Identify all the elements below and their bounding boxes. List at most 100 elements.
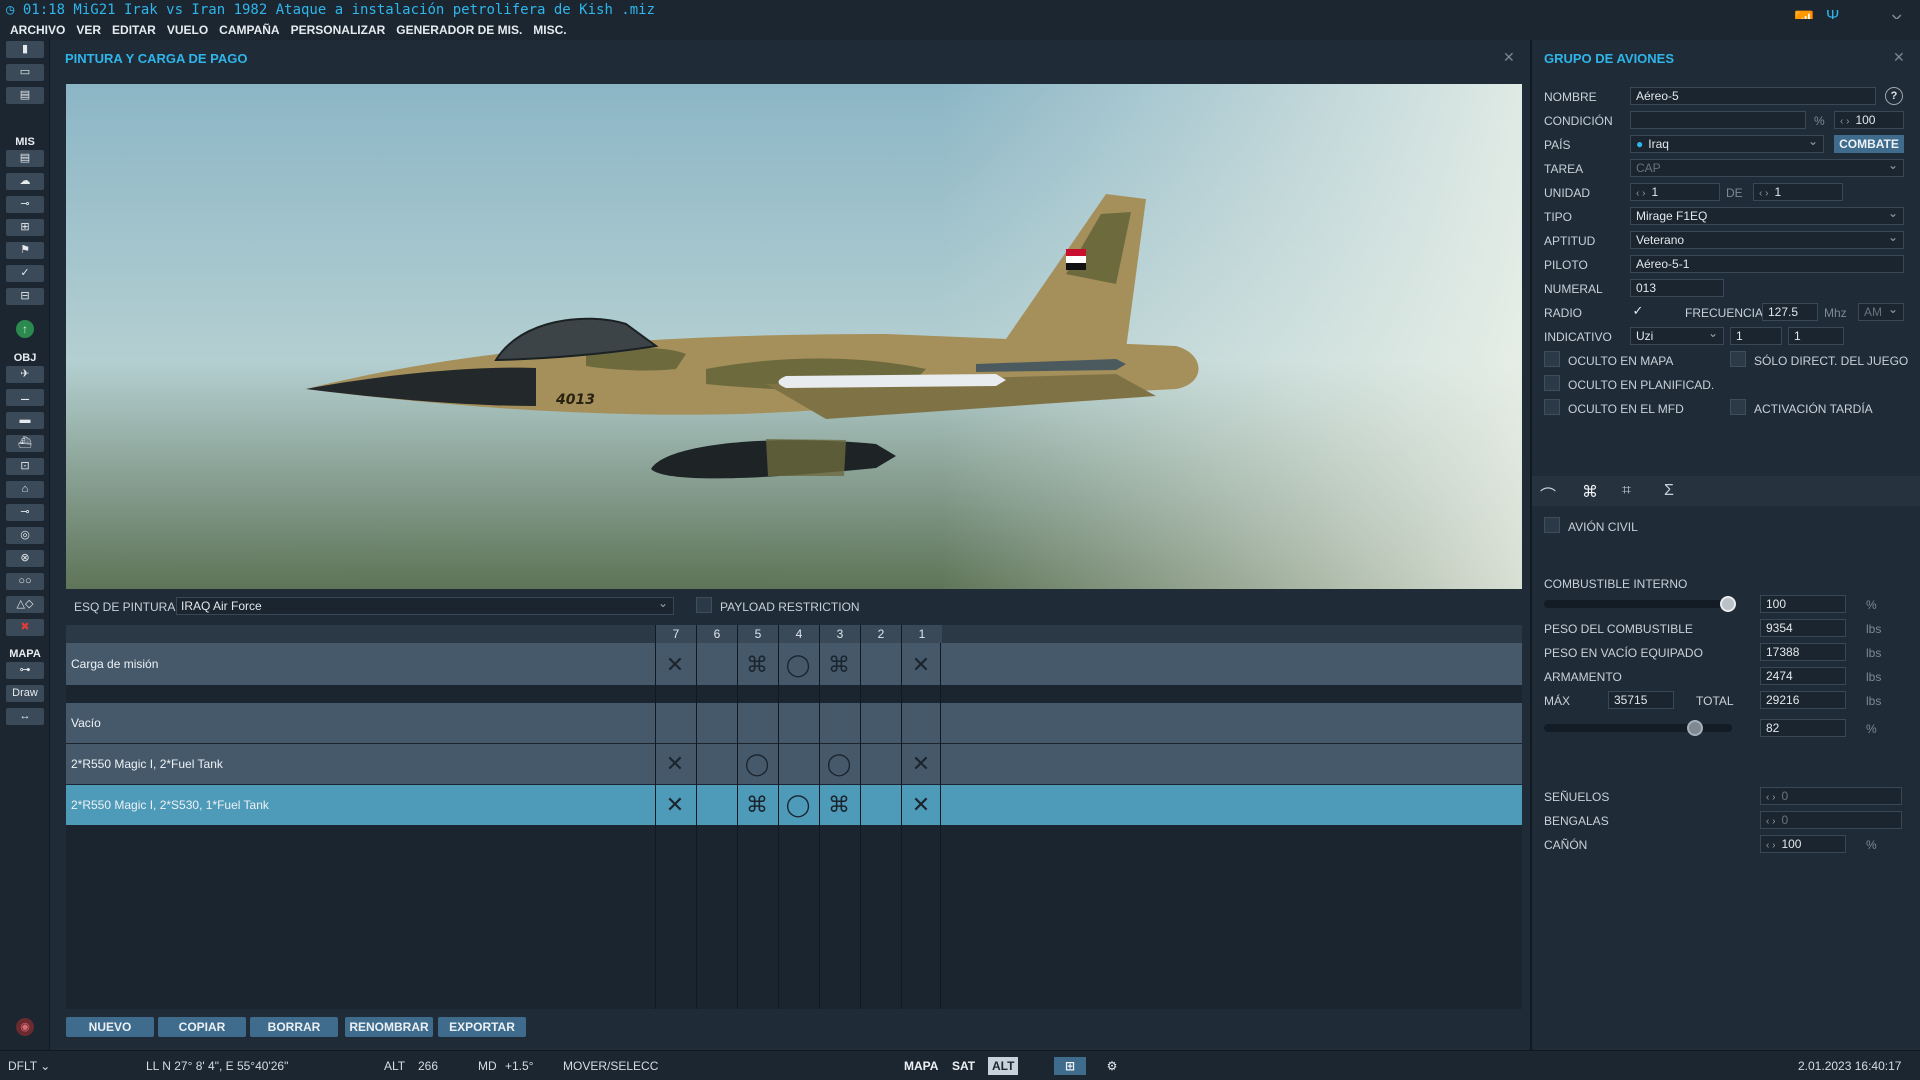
modulation-select[interactable]: AM (1858, 303, 1904, 321)
route-tab-icon[interactable]: ⌒ (1540, 482, 1556, 506)
altitude-view-button[interactable]: ALT (988, 1057, 1019, 1075)
numeral-input[interactable]: 013 (1630, 279, 1724, 297)
skill-select[interactable]: Veterano (1630, 231, 1904, 249)
fuel-internal-input[interactable]: 100 (1760, 595, 1846, 613)
condition-stepper[interactable]: ‹ › 100 (1834, 111, 1904, 129)
up-arrow-icon[interactable]: ↑ (16, 320, 34, 338)
add-zone-button[interactable]: ⊸ (6, 504, 44, 521)
draw-button[interactable]: Draw (6, 685, 44, 702)
add-point-button[interactable]: ⊗ (6, 550, 44, 567)
stepper-arrows-icon[interactable]: ‹ › (1840, 116, 1849, 127)
task-select[interactable]: CAP (1630, 159, 1904, 177)
ruler-button[interactable]: ↔ (6, 708, 44, 725)
satellite-view-button[interactable]: SAT (948, 1057, 979, 1075)
fuel-slider[interactable] (1544, 600, 1730, 608)
new-file-button[interactable]: ▮ (6, 41, 44, 58)
paint-scheme-select[interactable]: IRAQ Air Force (176, 595, 674, 615)
name-input[interactable]: Aéreo-5 (1630, 87, 1876, 105)
rename-payload-button[interactable]: RENOMBRAR (345, 1017, 433, 1037)
mission-load-label: Carga de misión (71, 657, 159, 671)
callsign-number-1[interactable]: 1 (1730, 327, 1782, 345)
condition-slider-field[interactable] (1630, 111, 1806, 129)
gun-stepper[interactable]: ‹ › 100 (1760, 835, 1846, 853)
add-vehicle-button[interactable]: ▬ (6, 412, 44, 429)
payload-restriction-checkbox[interactable] (696, 597, 712, 613)
flares-stepper[interactable]: ‹ › 0 (1760, 811, 1902, 829)
callsign-number-2[interactable]: 1 (1788, 327, 1844, 345)
menu-personalizar[interactable]: PERSONALIZAR (291, 23, 386, 37)
weather-button[interactable]: ☁ (6, 173, 44, 190)
stepper-arrows-icon[interactable]: ‹ › (1766, 792, 1775, 803)
add-ship-button[interactable]: ⛴ (6, 435, 44, 452)
load-percent-slider[interactable] (1544, 724, 1732, 732)
shapes-button[interactable]: △◇ (6, 596, 44, 613)
layout-select[interactable]: DFLT ⌄ (8, 1051, 50, 1080)
chaff-stepper[interactable]: ‹ › 0 (1760, 787, 1902, 805)
zones-button[interactable]: ⊞ (6, 219, 44, 236)
add-helicopter-button[interactable]: ⚊ (6, 389, 44, 406)
record-icon[interactable]: ◉ (16, 1018, 34, 1036)
combat-button[interactable]: COMBATE (1834, 135, 1904, 153)
bomb-icon[interactable]: ⌘ (737, 645, 777, 685)
map-view-button[interactable]: MAPA (900, 1057, 942, 1075)
map-options-button[interactable]: ⊶ (6, 662, 44, 679)
hidden-map-checkbox[interactable] (1544, 351, 1560, 367)
close-group-panel-icon[interactable]: ✕ (1893, 49, 1905, 66)
radio-checkbox[interactable]: ✓ (1630, 303, 1646, 319)
stepper-arrows-icon[interactable]: ‹ › (1766, 816, 1775, 827)
unit-stepper[interactable]: ‹ › 1 (1630, 183, 1720, 201)
summary-tab-icon[interactable]: Σ (1664, 482, 1674, 500)
triggers-button[interactable]: ⊸ (6, 196, 44, 213)
settings-icon[interactable]: ⚙ (1100, 1057, 1124, 1075)
unit-total-stepper[interactable]: ‹ › 1 (1753, 183, 1843, 201)
pilot-input[interactable]: Aéreo-5-1 (1630, 255, 1904, 273)
menu-archivo[interactable]: ARCHIVO (10, 23, 65, 37)
resources-button[interactable]: ⊟ (6, 288, 44, 305)
export-payload-button[interactable]: EXPORTAR (438, 1017, 526, 1037)
callsign-select[interactable]: Uzi (1630, 327, 1724, 345)
missile-icon[interactable]: ✕ (901, 645, 941, 685)
copy-payload-button[interactable]: COPIAR (158, 1017, 246, 1037)
payload-tab-icon[interactable]: ⌘ (1582, 482, 1598, 502)
add-template-button[interactable]: ⌂ (6, 481, 44, 498)
menu-misc[interactable]: MISC. (533, 23, 566, 37)
missile-icon[interactable]: ✕ (655, 645, 695, 685)
load-percent-knob[interactable] (1687, 720, 1703, 736)
game-master-checkbox[interactable] (1730, 351, 1746, 367)
help-icon[interactable]: ? (1885, 87, 1903, 105)
civil-aircraft-checkbox[interactable] (1544, 517, 1560, 533)
type-select[interactable]: Mirage F1EQ (1630, 207, 1904, 225)
menu-campana[interactable]: CAMPAÑA (219, 23, 279, 37)
stepper-arrows-icon[interactable]: ‹ › (1766, 840, 1775, 851)
close-paint-panel-icon[interactable]: ✕ (1503, 49, 1515, 66)
menu-vuelo[interactable]: VUELO (167, 23, 208, 37)
add-static-button[interactable]: ⊡ (6, 458, 44, 475)
goals-button[interactable]: ✓ (6, 265, 44, 282)
add-group-button[interactable]: ○○ (6, 573, 44, 590)
frequency-input[interactable]: 127.5 (1762, 303, 1818, 321)
menu-editar[interactable]: EDITAR (112, 23, 156, 37)
flags-button[interactable]: ⚑ (6, 242, 44, 259)
delete-object-button[interactable]: ✖ (6, 619, 44, 636)
late-activation-checkbox[interactable] (1730, 399, 1746, 415)
menu-ver[interactable]: VER (76, 23, 101, 37)
stepper-arrows-icon[interactable]: ‹ › (1636, 188, 1645, 199)
stepper-arrows-icon[interactable]: ‹ › (1759, 188, 1768, 199)
fuel-slider-knob[interactable] (1720, 596, 1736, 612)
fuel-weight-value: 9354 (1760, 619, 1846, 637)
fuel-tank-icon[interactable]: ◯ (778, 645, 818, 685)
country-select[interactable]: ● Iraq (1630, 135, 1824, 153)
add-target-button[interactable]: ◎ (6, 527, 44, 544)
hidden-planner-checkbox[interactable] (1544, 375, 1560, 391)
new-payload-button[interactable]: NUEVO (66, 1017, 154, 1037)
save-file-button[interactable]: ▤ (6, 87, 44, 104)
triggered-actions-tab-icon[interactable]: ⌗ (1622, 482, 1631, 500)
hidden-mfd-checkbox[interactable] (1544, 399, 1560, 415)
add-plane-button[interactable]: ✈ (6, 366, 44, 383)
briefing-button[interactable]: ▤ (6, 150, 44, 167)
menu-generador[interactable]: GENERADOR DE MIS. (396, 23, 522, 37)
delete-payload-button[interactable]: BORRAR (250, 1017, 338, 1037)
bomb-icon[interactable]: ⌘ (819, 645, 859, 685)
layers-icon[interactable]: ⊞ (1054, 1057, 1086, 1075)
open-file-button[interactable]: ▭ (6, 64, 44, 81)
